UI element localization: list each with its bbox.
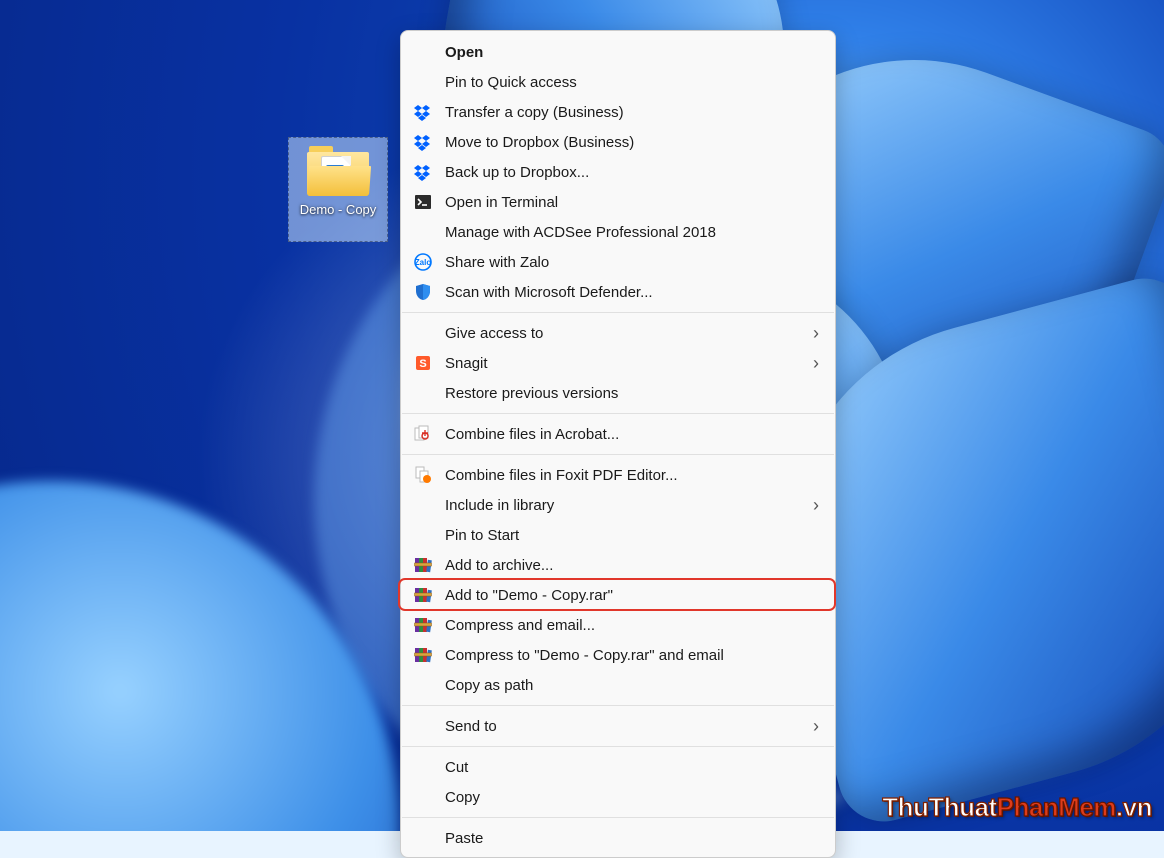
menu-item-manage-with-acdsee-professional-2018[interactable]: Manage with ACDSee Professional 2018 (401, 217, 835, 247)
menu-item-label: Open (445, 44, 819, 61)
menu-item-cut[interactable]: Cut (401, 752, 835, 782)
dropbox-icon (413, 132, 433, 152)
menu-item-snagit[interactable]: S Snagit› (401, 348, 835, 378)
menu-item-label: Send to (445, 718, 813, 735)
menu-item-label: Give access to (445, 325, 813, 342)
menu-item-label: Transfer a copy (Business) (445, 104, 819, 121)
menu-item-copy-as-path[interactable]: Copy as path (401, 670, 835, 700)
menu-item-scan-with-microsoft-defender[interactable]: Scan with Microsoft Defender... (401, 277, 835, 307)
menu-item-label: Compress and email... (445, 617, 819, 634)
acrobat-icon (413, 424, 433, 444)
menu-separator (402, 312, 834, 313)
blank-icon (413, 828, 433, 848)
menu-separator (402, 817, 834, 818)
menu-item-label: Compress to "Demo - Copy.rar" and email (445, 647, 819, 664)
blank-icon (413, 787, 433, 807)
menu-item-label: Cut (445, 759, 819, 776)
menu-item-pin-to-start[interactable]: Pin to Start (401, 520, 835, 550)
watermark: ThuThuatPhanMem.vn (882, 792, 1152, 823)
terminal-icon (413, 192, 433, 212)
blank-icon (413, 757, 433, 777)
menu-item-include-in-library[interactable]: Include in library› (401, 490, 835, 520)
svg-text:Zalo: Zalo (415, 258, 432, 267)
menu-item-label: Scan with Microsoft Defender... (445, 284, 819, 301)
menu-item-open-in-terminal[interactable]: Open in Terminal (401, 187, 835, 217)
menu-item-combine-files-in-acrobat[interactable]: Combine files in Acrobat... (401, 419, 835, 449)
menu-item-restore-previous-versions[interactable]: Restore previous versions (401, 378, 835, 408)
menu-item-paste[interactable]: Paste (401, 823, 835, 853)
menu-item-compress-to-demo-copy-rar-and-email[interactable]: Compress to "Demo - Copy.rar" and email (401, 640, 835, 670)
winrar-icon (413, 585, 433, 605)
dropbox-icon (413, 102, 433, 122)
defender-icon (413, 282, 433, 302)
menu-item-compress-and-email[interactable]: Compress and email... (401, 610, 835, 640)
menu-item-add-to-archive[interactable]: Add to archive... (401, 550, 835, 580)
menu-item-label: Back up to Dropbox... (445, 164, 819, 181)
menu-item-open[interactable]: Open (401, 37, 835, 67)
blank-icon (413, 675, 433, 695)
desktop-folder-label: Demo - Copy (300, 202, 377, 218)
desktop-folder-demo-copy[interactable]: W Demo - Copy (288, 137, 388, 242)
foxit-icon (413, 465, 433, 485)
menu-item-label: Combine files in Acrobat... (445, 426, 819, 443)
menu-item-label: Open in Terminal (445, 194, 819, 211)
menu-item-share-with-zalo[interactable]: Zalo Share with Zalo (401, 247, 835, 277)
menu-item-label: Add to archive... (445, 557, 819, 574)
menu-item-label: Copy as path (445, 677, 819, 694)
menu-item-pin-to-quick-access[interactable]: Pin to Quick access (401, 67, 835, 97)
menu-item-label: Pin to Quick access (445, 74, 819, 91)
blank-icon (413, 495, 433, 515)
blank-icon (413, 42, 433, 62)
zalo-icon: Zalo (413, 252, 433, 272)
menu-item-label: Manage with ACDSee Professional 2018 (445, 224, 819, 241)
winrar-icon (413, 555, 433, 575)
menu-item-transfer-a-copy-business[interactable]: Transfer a copy (Business) (401, 97, 835, 127)
svg-text:S: S (419, 358, 426, 370)
snagit-icon: S (413, 353, 433, 373)
menu-item-combine-files-in-foxit-pdf-editor[interactable]: Combine files in Foxit PDF Editor... (401, 460, 835, 490)
menu-separator (402, 705, 834, 706)
menu-separator (402, 454, 834, 455)
menu-item-label: Pin to Start (445, 527, 819, 544)
blank-icon (413, 716, 433, 736)
menu-item-label: Snagit (445, 355, 813, 372)
menu-item-label: Restore previous versions (445, 385, 819, 402)
chevron-right-icon: › (813, 323, 819, 344)
winrar-icon (413, 645, 433, 665)
menu-item-label: Combine files in Foxit PDF Editor... (445, 467, 819, 484)
chevron-right-icon: › (813, 353, 819, 374)
chevron-right-icon: › (813, 495, 819, 516)
menu-item-move-to-dropbox-business[interactable]: Move to Dropbox (Business) (401, 127, 835, 157)
menu-separator (402, 413, 834, 414)
menu-item-back-up-to-dropbox[interactable]: Back up to Dropbox... (401, 157, 835, 187)
blank-icon (413, 525, 433, 545)
menu-item-add-to-demo-copy-rar[interactable]: Add to "Demo - Copy.rar" (401, 580, 835, 610)
menu-item-label: Copy (445, 789, 819, 806)
menu-item-label: Add to "Demo - Copy.rar" (445, 587, 819, 604)
blank-icon (413, 323, 433, 343)
context-menu: Open Pin to Quick access Transfer a copy (… (400, 30, 836, 858)
menu-item-copy[interactable]: Copy (401, 782, 835, 812)
menu-item-send-to[interactable]: Send to› (401, 711, 835, 741)
blank-icon (413, 383, 433, 403)
winrar-icon (413, 615, 433, 635)
dropbox-icon (413, 162, 433, 182)
menu-item-label: Share with Zalo (445, 254, 819, 271)
menu-item-label: Move to Dropbox (Business) (445, 134, 819, 151)
menu-item-label: Paste (445, 830, 819, 847)
blank-icon (413, 222, 433, 242)
menu-item-label: Include in library (445, 497, 813, 514)
chevron-right-icon: › (813, 716, 819, 737)
folder-icon: W (307, 146, 369, 196)
blank-icon (413, 72, 433, 92)
menu-item-give-access-to[interactable]: Give access to› (401, 318, 835, 348)
menu-separator (402, 746, 834, 747)
